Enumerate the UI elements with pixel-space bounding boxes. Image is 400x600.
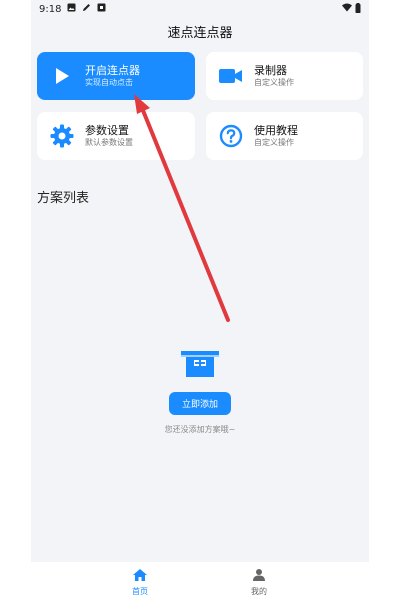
nav-item-home[interactable]: 首页 <box>120 566 160 597</box>
gear-icon <box>49 123 75 149</box>
status-left: 9:18 <box>39 3 106 15</box>
recorder-card[interactable]: 录制器 自定义操作 <box>206 52 363 100</box>
status-right <box>342 2 361 16</box>
card-subtitle: 自定义操作 <box>254 78 294 87</box>
status-time: 9:18 <box>39 3 62 15</box>
app-title: 速点连点器 <box>167 26 233 41</box>
card-title: 开启连点器 <box>85 64 140 77</box>
battery-icon <box>355 2 361 16</box>
empty-box-icon <box>180 351 220 379</box>
add-scheme-button[interactable]: 立即添加 <box>169 392 231 415</box>
status-bar: 9:18 <box>31 0 369 18</box>
notification-icon <box>97 3 106 15</box>
card-title: 参数设置 <box>85 124 129 137</box>
start-clicker-card[interactable]: 开启连点器 实现自动点击 <box>37 52 195 100</box>
home-icon <box>133 566 147 585</box>
card-subtitle: 自定义操作 <box>254 138 294 147</box>
bottom-nav: 首页 我的 <box>31 562 369 600</box>
empty-hint-text: 您还没添加方案哦~ <box>164 425 236 434</box>
card-subtitle: 实现自动点击 <box>85 78 133 87</box>
card-subtitle: 默认参数设置 <box>85 138 133 147</box>
gallery-icon <box>67 3 76 15</box>
video-camera-icon <box>218 63 244 89</box>
app-screen: 9:18 速点连点器 开启连点器 实现自动点击 录制器 自定义操作 参数设置 默… <box>31 0 369 600</box>
scheme-list-title: 方案列表 <box>37 191 90 206</box>
nav-item-mine[interactable]: 我的 <box>239 566 279 597</box>
settings-card[interactable]: 参数设置 默认参数设置 <box>37 112 195 160</box>
card-text: 开启连点器 实现自动点击 <box>85 64 140 88</box>
user-icon <box>253 566 265 585</box>
pen-icon <box>82 3 91 15</box>
card-text: 录制器 自定义操作 <box>254 64 294 88</box>
question-circle-icon <box>218 123 244 149</box>
wifi-icon <box>342 3 352 15</box>
nav-label-mine: 我的 <box>251 587 267 596</box>
card-text: 参数设置 默认参数设置 <box>85 124 133 148</box>
tutorial-card[interactable]: 使用教程 自定义操作 <box>206 112 363 160</box>
card-title: 录制器 <box>254 64 287 77</box>
card-text: 使用教程 自定义操作 <box>254 124 298 148</box>
nav-label-home: 首页 <box>132 587 148 596</box>
play-icon <box>49 63 75 89</box>
card-title: 使用教程 <box>254 124 298 137</box>
